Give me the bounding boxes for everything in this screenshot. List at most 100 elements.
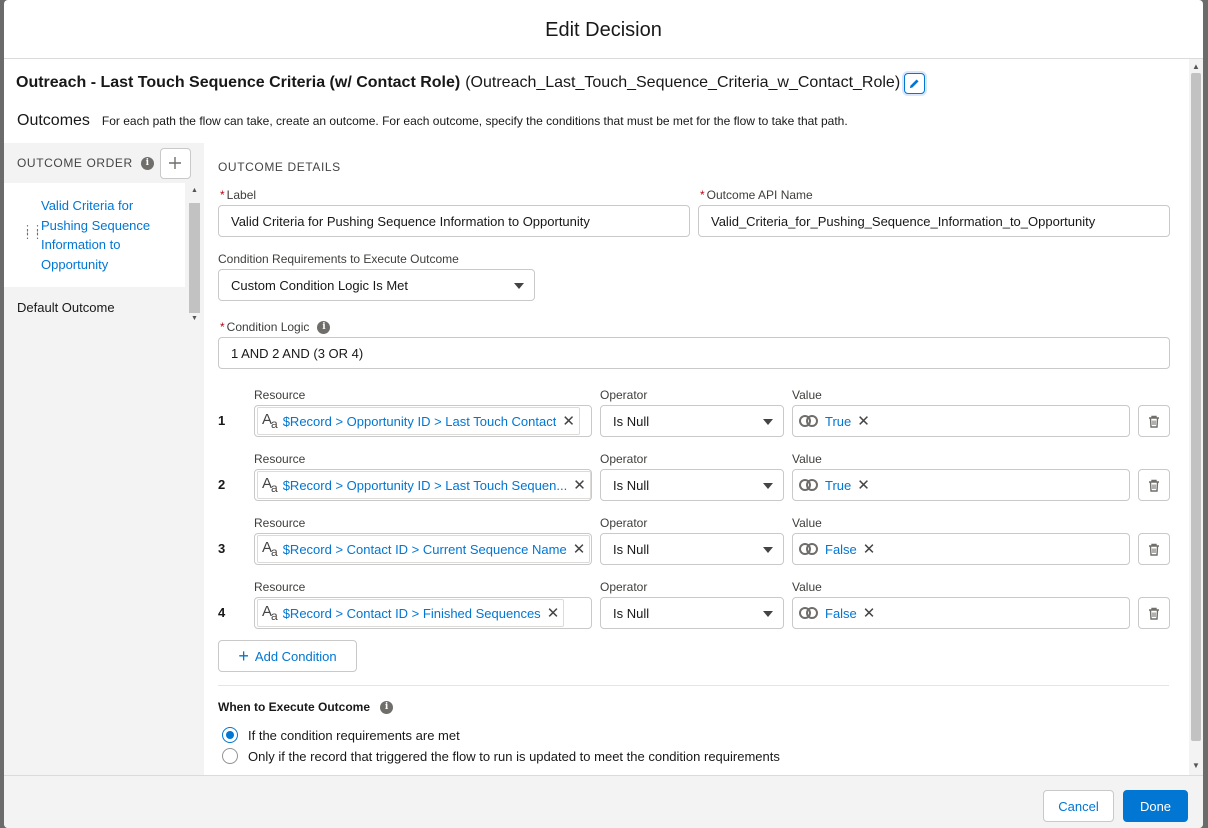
- info-icon[interactable]: i: [140, 156, 154, 170]
- radio-button[interactable]: [222, 748, 238, 764]
- resource-pill[interactable]: Aa $Record > Opportunity ID > Last Touch…: [257, 471, 591, 499]
- condition-requirements-label: Condition Requirements to Execute Outcom…: [218, 252, 459, 266]
- value-input[interactable]: True ✕: [792, 469, 1130, 501]
- outcomes-title: Outcomes: [17, 112, 90, 129]
- element-title: Outreach - Last Touch Sequence Criteria …: [16, 71, 926, 95]
- element-label: Outreach - Last Touch Sequence Criteria …: [16, 74, 461, 91]
- value-pill[interactable]: False ✕: [795, 535, 880, 563]
- remove-pill-icon[interactable]: ✕: [857, 476, 870, 494]
- value-label: Value: [792, 452, 822, 466]
- remove-pill-icon[interactable]: ✕: [562, 412, 575, 430]
- add-condition-button[interactable]: + Add Condition: [218, 640, 357, 672]
- add-condition-label: Add Condition: [254, 648, 337, 664]
- condition-logic-label: * Condition Logic i: [220, 320, 331, 334]
- value-pill[interactable]: True ✕: [795, 471, 874, 499]
- label-field-label: * Label: [220, 188, 257, 202]
- resource-input[interactable]: Aa $Record > Opportunity ID > Last Touch…: [254, 469, 592, 501]
- radio-option-record-updated[interactable]: Only if the record that triggered the fl…: [222, 748, 780, 764]
- remove-pill-icon[interactable]: ✕: [573, 476, 586, 494]
- modal-footer: Cancel Done: [4, 775, 1203, 828]
- value-pill[interactable]: False ✕: [795, 599, 880, 627]
- chevron-down-icon: [514, 283, 524, 289]
- remove-pill-icon[interactable]: ✕: [857, 412, 870, 430]
- boolean-icon: [799, 606, 819, 620]
- outcome-list-scrollbar[interactable]: ▲ ▼: [188, 187, 201, 325]
- modal-body: Outreach - Last Touch Sequence Criteria …: [4, 59, 1203, 775]
- pencil-icon: [910, 78, 919, 88]
- edit-decision-modal: Edit Decision Outreach - Last Touch Sequ…: [4, 0, 1203, 828]
- outcome-order-title: OUTCOME ORDER: [17, 156, 133, 170]
- edit-element-button[interactable]: [904, 72, 926, 94]
- outcome-item-default[interactable]: Default Outcome: [17, 300, 115, 315]
- trash-icon: [1149, 415, 1159, 428]
- boolean-icon: [799, 414, 819, 428]
- radio-label: Only if the record that triggered the fl…: [248, 748, 780, 764]
- value-input[interactable]: False ✕: [792, 533, 1130, 565]
- operator-label: Operator: [600, 580, 648, 594]
- text-type-icon: Aa: [262, 475, 278, 495]
- delete-condition-button[interactable]: [1138, 533, 1170, 565]
- chevron-down-icon: [763, 483, 773, 489]
- resource-input[interactable]: Aa $Record > Opportunity ID > Last Touch…: [254, 405, 592, 437]
- add-outcome-button[interactable]: [159, 147, 191, 179]
- outcome-order-panel: OUTCOME ORDER i ⋮⋮ ⋮⋮ Valid Criteria for …: [4, 143, 202, 775]
- modal-header: Edit Decision: [4, 0, 1203, 59]
- resource-label: Resource: [254, 452, 306, 466]
- cancel-button[interactable]: Cancel: [1043, 790, 1114, 822]
- resource-input[interactable]: Aa $Record > Contact ID > Current Sequen…: [254, 533, 592, 565]
- info-icon[interactable]: i: [380, 700, 394, 714]
- outcome-list: ⋮⋮ ⋮⋮ Valid Criteria for Pushing Sequence…: [4, 183, 202, 323]
- delete-condition-button[interactable]: [1138, 405, 1170, 437]
- outcome-item-valid-criteria[interactable]: ⋮⋮ ⋮⋮ Valid Criteria for Pushing Sequence…: [4, 183, 185, 287]
- value-pill-label: False: [825, 605, 857, 621]
- text-type-icon: Aa: [262, 411, 278, 431]
- condition-requirements-select[interactable]: Custom Condition Logic Is Met: [218, 269, 535, 301]
- when-to-execute-title: When to Execute Outcome i: [218, 700, 394, 714]
- remove-pill-icon[interactable]: ✕: [863, 604, 876, 622]
- resource-pill-label: $Record > Contact ID > Finished Sequence…: [282, 605, 541, 621]
- remove-pill-icon[interactable]: ✕: [863, 540, 876, 558]
- drag-handle-icon[interactable]: ⋮⋮ ⋮⋮: [22, 225, 43, 241]
- delete-condition-button[interactable]: [1138, 469, 1170, 501]
- info-icon[interactable]: i: [317, 320, 331, 334]
- scroll-up-arrow-icon[interactable]: ▲: [191, 187, 198, 194]
- operator-select[interactable]: Is Null: [600, 533, 784, 565]
- resource-input[interactable]: Aa $Record > Contact ID > Finished Seque…: [254, 597, 592, 629]
- scroll-down-arrow-icon[interactable]: ▼: [1192, 761, 1200, 770]
- remove-pill-icon[interactable]: ✕: [547, 604, 560, 622]
- condition-number: 3: [218, 541, 226, 556]
- outcome-api-name-input[interactable]: Valid_Criteria_for_Pushing_Sequence_Info…: [698, 205, 1170, 237]
- done-button[interactable]: Done: [1123, 790, 1188, 822]
- scroll-up-arrow-icon[interactable]: ▲: [1192, 62, 1200, 71]
- value-pill[interactable]: True ✕: [795, 407, 874, 435]
- radio-button[interactable]: [222, 727, 238, 743]
- value-input[interactable]: False ✕: [792, 597, 1130, 629]
- label-input[interactable]: Valid Criteria for Pushing Sequence Info…: [218, 205, 690, 237]
- radio-option-condition-met[interactable]: If the condition requirements are met: [222, 727, 460, 743]
- resource-pill[interactable]: Aa $Record > Contact ID > Finished Seque…: [257, 599, 565, 627]
- operator-select[interactable]: Is Null: [600, 469, 784, 501]
- delete-condition-button[interactable]: [1138, 597, 1170, 629]
- scroll-down-arrow-icon[interactable]: ▼: [191, 315, 198, 322]
- condition-number: 1: [218, 413, 226, 428]
- resource-label: Resource: [254, 388, 306, 402]
- condition-logic-input[interactable]: 1 AND 2 AND (3 OR 4): [218, 337, 1170, 369]
- scrollbar-thumb[interactable]: [1191, 73, 1201, 741]
- value-label: Value: [792, 580, 822, 594]
- remove-pill-icon[interactable]: ✕: [573, 540, 586, 558]
- modal-body-scrollbar[interactable]: ▲ ▼: [1189, 59, 1203, 775]
- resource-pill[interactable]: Aa $Record > Opportunity ID > Last Touch…: [257, 407, 580, 435]
- boolean-icon: [799, 478, 819, 492]
- scrollbar-thumb[interactable]: [189, 203, 200, 313]
- trash-icon: [1149, 607, 1159, 620]
- value-input[interactable]: True ✕: [792, 405, 1130, 437]
- condition-number: 4: [218, 605, 226, 620]
- text-type-icon: Aa: [262, 603, 278, 623]
- operator-select[interactable]: Is Null: [600, 405, 784, 437]
- resource-pill-label: $Record > Contact ID > Current Sequence …: [282, 541, 567, 557]
- resource-pill[interactable]: Aa $Record > Contact ID > Current Sequen…: [257, 535, 591, 563]
- element-api-name: (Outreach_Last_Touch_Sequence_Criteria_w…: [465, 74, 901, 91]
- operator-select[interactable]: Is Null: [600, 597, 784, 629]
- operator-label: Operator: [600, 452, 648, 466]
- operator-value: Is Null: [613, 605, 650, 621]
